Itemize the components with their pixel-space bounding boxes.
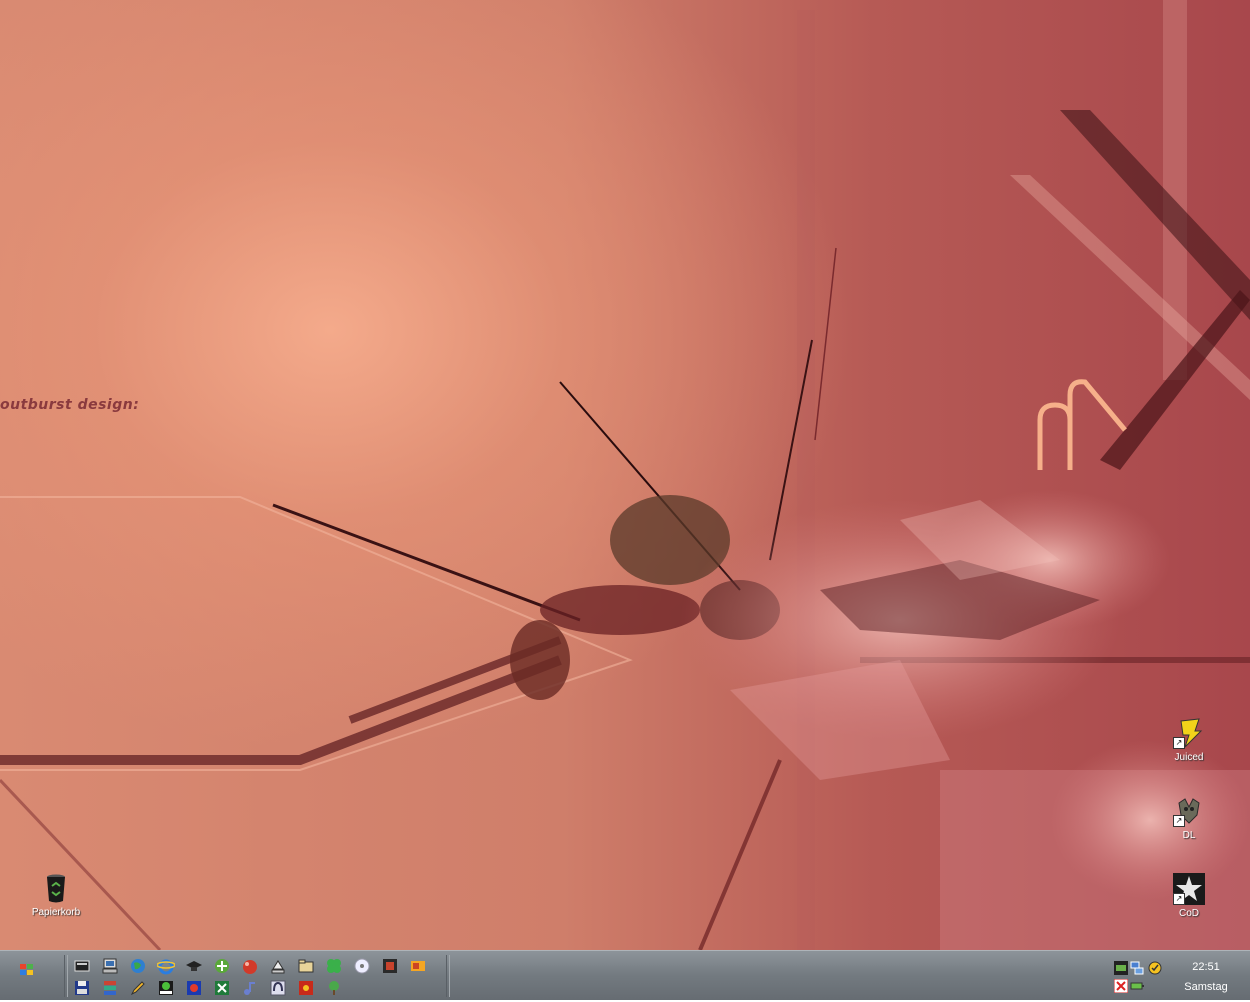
desktop-icon-dl[interactable]: ↗ DL bbox=[1156, 795, 1222, 841]
red-orb-icon[interactable] bbox=[241, 957, 259, 975]
globe-icon[interactable] bbox=[129, 957, 147, 975]
game-app-icon[interactable] bbox=[185, 979, 203, 997]
desktop-icon-juiced[interactable]: ↗ Juiced bbox=[1156, 717, 1222, 763]
pro-app-icon[interactable] bbox=[157, 979, 175, 997]
norton-icon[interactable] bbox=[1148, 961, 1162, 975]
shortcut-arrow-icon: ↗ bbox=[1173, 815, 1185, 827]
start-button[interactable] bbox=[14, 957, 40, 983]
music-note-icon[interactable] bbox=[241, 979, 259, 997]
folder-icon[interactable] bbox=[297, 957, 315, 975]
desktop[interactable]: outburst design: Papierkorb ↗ Juiced ↗ D… bbox=[0, 0, 1250, 950]
system-tray: 22:51 Samstag bbox=[1104, 955, 1250, 997]
excel-icon[interactable] bbox=[213, 979, 231, 997]
internet-explorer-icon[interactable] bbox=[156, 957, 176, 975]
red-app-icon[interactable] bbox=[297, 979, 315, 997]
battery-icon[interactable] bbox=[1130, 979, 1144, 993]
paint-icon[interactable] bbox=[409, 957, 427, 975]
recycle-bin-icon bbox=[40, 872, 72, 904]
wallpaper-art bbox=[0, 0, 1250, 950]
quick-launch-divider bbox=[446, 955, 450, 997]
desktop-icon-label: Papierkorb bbox=[31, 907, 81, 918]
media-player-icon[interactable] bbox=[381, 957, 399, 975]
shortcut-arrow-icon: ↗ bbox=[1173, 893, 1185, 905]
my-computer-icon[interactable] bbox=[101, 957, 119, 975]
headphones-icon[interactable] bbox=[269, 979, 287, 997]
eject-icon[interactable] bbox=[269, 957, 287, 975]
desktop-icon-papierkorb[interactable]: Papierkorb bbox=[23, 872, 89, 918]
juiced-game-icon: ↗ bbox=[1173, 717, 1205, 749]
close-red-icon[interactable] bbox=[1113, 978, 1129, 994]
clock-time[interactable]: 22:51 bbox=[1170, 961, 1242, 973]
cod-game-icon: ↗ bbox=[1173, 873, 1205, 905]
clover-icon[interactable] bbox=[325, 957, 343, 975]
dl-game-icon: ↗ bbox=[1173, 795, 1205, 827]
shortcut-arrow-icon: ↗ bbox=[1173, 737, 1185, 749]
desktop-icon-label: DL bbox=[1182, 830, 1196, 841]
green-tree-icon[interactable] bbox=[325, 979, 343, 997]
archive-icon[interactable] bbox=[101, 979, 119, 997]
network-icon[interactable] bbox=[1130, 961, 1144, 975]
clock-day: Samstag bbox=[1184, 981, 1228, 993]
wallpaper-brand-text: outburst design: bbox=[0, 397, 140, 413]
quick-launch-divider bbox=[64, 955, 68, 997]
pencil-icon[interactable] bbox=[129, 979, 147, 997]
green-plus-icon[interactable] bbox=[213, 957, 231, 975]
desktop-icon-cod[interactable]: ↗ CoD bbox=[1156, 873, 1222, 919]
nvidia-icon[interactable] bbox=[1114, 961, 1128, 975]
cd-icon[interactable] bbox=[353, 957, 371, 975]
desktop-icon-label: Juiced bbox=[1174, 752, 1204, 763]
show-desktop-icon[interactable] bbox=[73, 957, 91, 975]
taskbar[interactable]: 22:51 Samstag bbox=[0, 950, 1250, 1000]
graduation-cap-icon[interactable] bbox=[185, 957, 203, 975]
floppy-disk-icon[interactable] bbox=[73, 979, 91, 997]
desktop-icon-label: CoD bbox=[1178, 908, 1199, 919]
windows-logo-icon bbox=[20, 964, 33, 975]
